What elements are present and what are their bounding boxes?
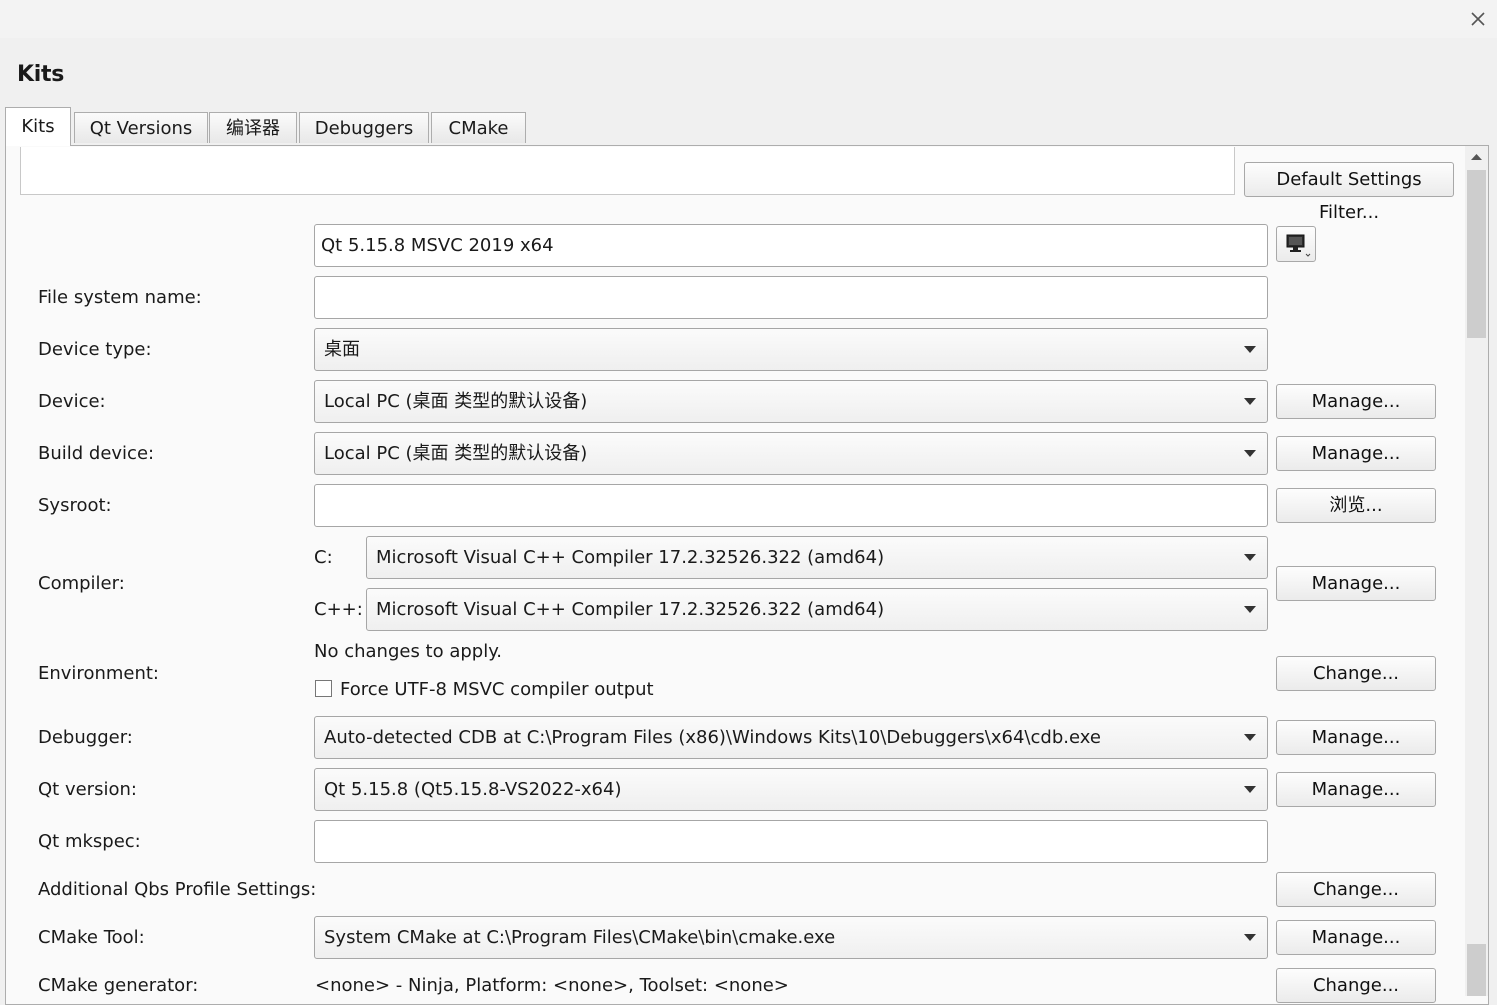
- cmake-generator-change-button[interactable]: Change...: [1276, 968, 1436, 1003]
- build-device-value: Local PC (桌面 类型的默认设备): [324, 443, 588, 464]
- chevron-down-icon: [1244, 606, 1256, 613]
- cmake-tool-combo[interactable]: System CMake at C:\Program Files\CMake\b…: [314, 916, 1268, 959]
- page-title: Kits: [17, 62, 65, 87]
- chevron-down-icon: [1244, 554, 1256, 561]
- compiler-cpp-label: C++:: [314, 599, 363, 620]
- device-label: Device:: [38, 391, 106, 412]
- scrollbar-thumb[interactable]: [1467, 170, 1486, 338]
- chevron-down-icon: [1244, 734, 1256, 741]
- tab-kits[interactable]: Kits: [5, 107, 71, 146]
- environment-change-button[interactable]: Change...: [1276, 656, 1436, 691]
- close-icon[interactable]: [1465, 6, 1491, 32]
- kit-icon-button[interactable]: [1276, 226, 1316, 262]
- build-device-manage-button[interactable]: Manage...: [1276, 436, 1436, 471]
- cmake-generator-label: CMake generator:: [38, 975, 199, 996]
- tab-cmake[interactable]: CMake: [431, 112, 526, 143]
- compiler-manage-button[interactable]: Manage...: [1276, 566, 1436, 601]
- monitor-icon: [1286, 234, 1311, 257]
- cmake-tool-value: System CMake at C:\Program Files\CMake\b…: [324, 927, 836, 948]
- tab-qt-versions[interactable]: Qt Versions: [74, 112, 208, 143]
- force-utf8-checkbox[interactable]: [315, 680, 332, 697]
- chevron-down-icon: [1244, 934, 1256, 941]
- file-system-name-label: File system name:: [38, 287, 202, 308]
- qt-version-combo[interactable]: Qt 5.15.8 (Qt5.15.8-VS2022-x64): [314, 768, 1268, 811]
- kits-list-box[interactable]: [20, 147, 1235, 195]
- qt-mkspec-field[interactable]: [314, 820, 1268, 863]
- chevron-down-icon: [1244, 450, 1256, 457]
- debugger-value: Auto-detected CDB at C:\Program Files (x…: [324, 727, 1101, 748]
- device-type-label: Device type:: [38, 339, 152, 360]
- compiler-cpp-value: Microsoft Visual C++ Compiler 17.2.32526…: [376, 599, 885, 620]
- file-system-name-field[interactable]: [314, 276, 1268, 319]
- tab-compilers[interactable]: 编译器: [209, 112, 297, 143]
- compiler-cpp-combo[interactable]: Microsoft Visual C++ Compiler 17.2.32526…: [366, 588, 1268, 631]
- qt-version-value: Qt 5.15.8 (Qt5.15.8-VS2022-x64): [324, 779, 622, 800]
- chevron-down-icon: [1244, 398, 1256, 405]
- force-utf8-label[interactable]: Force UTF-8 MSVC compiler output: [340, 679, 654, 700]
- environment-status-text: No changes to apply.: [314, 641, 503, 662]
- chevron-down-icon: [1244, 346, 1256, 353]
- kit-name-field[interactable]: Qt 5.15.8 MSVC 2019 x64: [314, 224, 1268, 267]
- title-bar: [0, 0, 1497, 38]
- qbs-profile-label: Additional Qbs Profile Settings:: [38, 879, 317, 900]
- sysroot-browse-button[interactable]: 浏览...: [1276, 488, 1436, 523]
- compiler-c-combo[interactable]: Microsoft Visual C++ Compiler 17.2.32526…: [366, 536, 1268, 579]
- cmake-generator-value: <none> - Ninja, Platform: <none>, Toolse…: [315, 975, 789, 996]
- scroll-up-arrow-icon[interactable]: [1465, 146, 1488, 168]
- environment-label: Environment:: [38, 663, 159, 684]
- sysroot-label: Sysroot:: [38, 495, 112, 516]
- qbs-change-button[interactable]: Change...: [1276, 872, 1436, 907]
- sysroot-field[interactable]: [314, 484, 1268, 527]
- device-manage-button[interactable]: Manage...: [1276, 384, 1436, 419]
- qt-mkspec-label: Qt mkspec:: [38, 831, 141, 852]
- qt-version-label: Qt version:: [38, 779, 137, 800]
- debugger-manage-button[interactable]: Manage...: [1276, 720, 1436, 755]
- tab-debuggers[interactable]: Debuggers: [299, 112, 429, 143]
- device-combo[interactable]: Local PC (桌面 类型的默认设备): [314, 380, 1268, 423]
- cmake-tool-label: CMake Tool:: [38, 927, 145, 948]
- build-device-label: Build device:: [38, 443, 155, 464]
- device-type-value: 桌面: [324, 339, 360, 360]
- build-device-combo[interactable]: Local PC (桌面 类型的默认设备): [314, 432, 1268, 475]
- compiler-c-value: Microsoft Visual C++ Compiler 17.2.32526…: [376, 547, 885, 568]
- cmake-tool-manage-button[interactable]: Manage...: [1276, 920, 1436, 955]
- debugger-label: Debugger:: [38, 727, 133, 748]
- scrollbar-thumb-lower[interactable]: [1467, 944, 1486, 996]
- chevron-down-icon: [1244, 786, 1256, 793]
- device-value: Local PC (桌面 类型的默认设备): [324, 391, 588, 412]
- debugger-combo[interactable]: Auto-detected CDB at C:\Program Files (x…: [314, 716, 1268, 759]
- compiler-c-label: C:: [314, 547, 333, 568]
- default-settings-filter-button[interactable]: Default Settings Filter...: [1244, 162, 1454, 223]
- device-type-combo[interactable]: 桌面: [314, 328, 1268, 371]
- qt-version-manage-button[interactable]: Manage...: [1276, 772, 1436, 807]
- compiler-label: Compiler:: [38, 573, 125, 594]
